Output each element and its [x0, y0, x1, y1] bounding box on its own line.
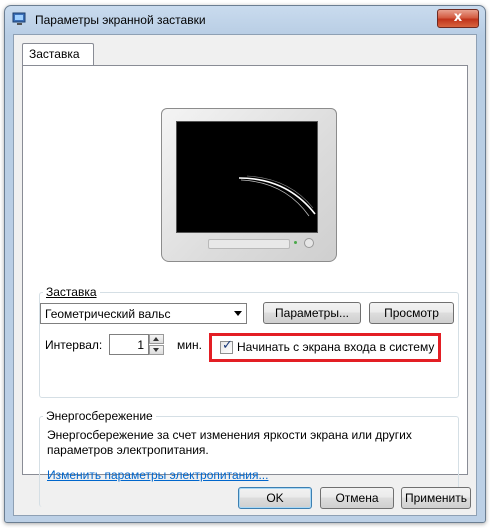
power-indicator [294, 241, 297, 244]
close-icon: x [453, 10, 463, 25]
apply-button[interactable]: Применить [401, 487, 471, 509]
screensaver-group-label: Заставка [43, 285, 100, 299]
power-button-icon [304, 238, 314, 248]
stepper-down-icon[interactable] [149, 345, 164, 355]
cancel-button[interactable]: Отмена [320, 487, 394, 509]
tab-screensaver[interactable]: Заставка [22, 43, 94, 65]
close-button[interactable]: x [437, 9, 479, 28]
preview-button[interactable]: Просмотр [369, 302, 454, 324]
display-settings-icon [12, 12, 26, 25]
checkmark-icon: ✓ [222, 338, 233, 353]
screensaver-select-value: Геометрический вальс [45, 307, 171, 321]
resume-logon-label[interactable]: Начинать с экрана входа в систему [237, 340, 434, 354]
interval-label: Интервал: [45, 338, 103, 352]
monitor-panel [208, 239, 290, 249]
power-description-line2: параметров электропитания. [47, 443, 209, 457]
chevron-down-icon [234, 311, 242, 316]
power-settings-link[interactable]: Изменить параметры электропитания... [47, 468, 268, 482]
window-title: Параметры экранной заставки [35, 13, 206, 27]
interval-stepper[interactable] [149, 334, 164, 355]
dialog-client-area: Заставка Заставка Геометрический вальс П… [13, 34, 477, 516]
interval-value: 1 [137, 338, 144, 352]
tab-panel: Заставка Геометрический вальс Параметры.… [22, 65, 468, 507]
interval-input[interactable]: 1 [109, 334, 149, 355]
interval-unit: мин. [177, 338, 202, 352]
screen-preview [176, 121, 318, 233]
ok-button[interactable]: OK [238, 487, 312, 509]
stepper-up-icon[interactable] [149, 334, 164, 344]
monitor-preview [161, 108, 337, 262]
screensaver-select[interactable]: Геометрический вальс [40, 303, 247, 324]
settings-button[interactable]: Параметры... [263, 302, 361, 324]
title-bar[interactable]: Параметры экранной заставки x [5, 6, 485, 34]
power-description: Энергосбережение за счет изменения яркос… [47, 428, 412, 442]
power-group-label: Энергосбережение [43, 409, 156, 423]
dialog-window: Параметры экранной заставки x Заставка З… [4, 5, 486, 523]
screensaver-preview-graphic [238, 175, 316, 217]
resume-logon-checkbox[interactable]: ✓ [220, 338, 233, 354]
